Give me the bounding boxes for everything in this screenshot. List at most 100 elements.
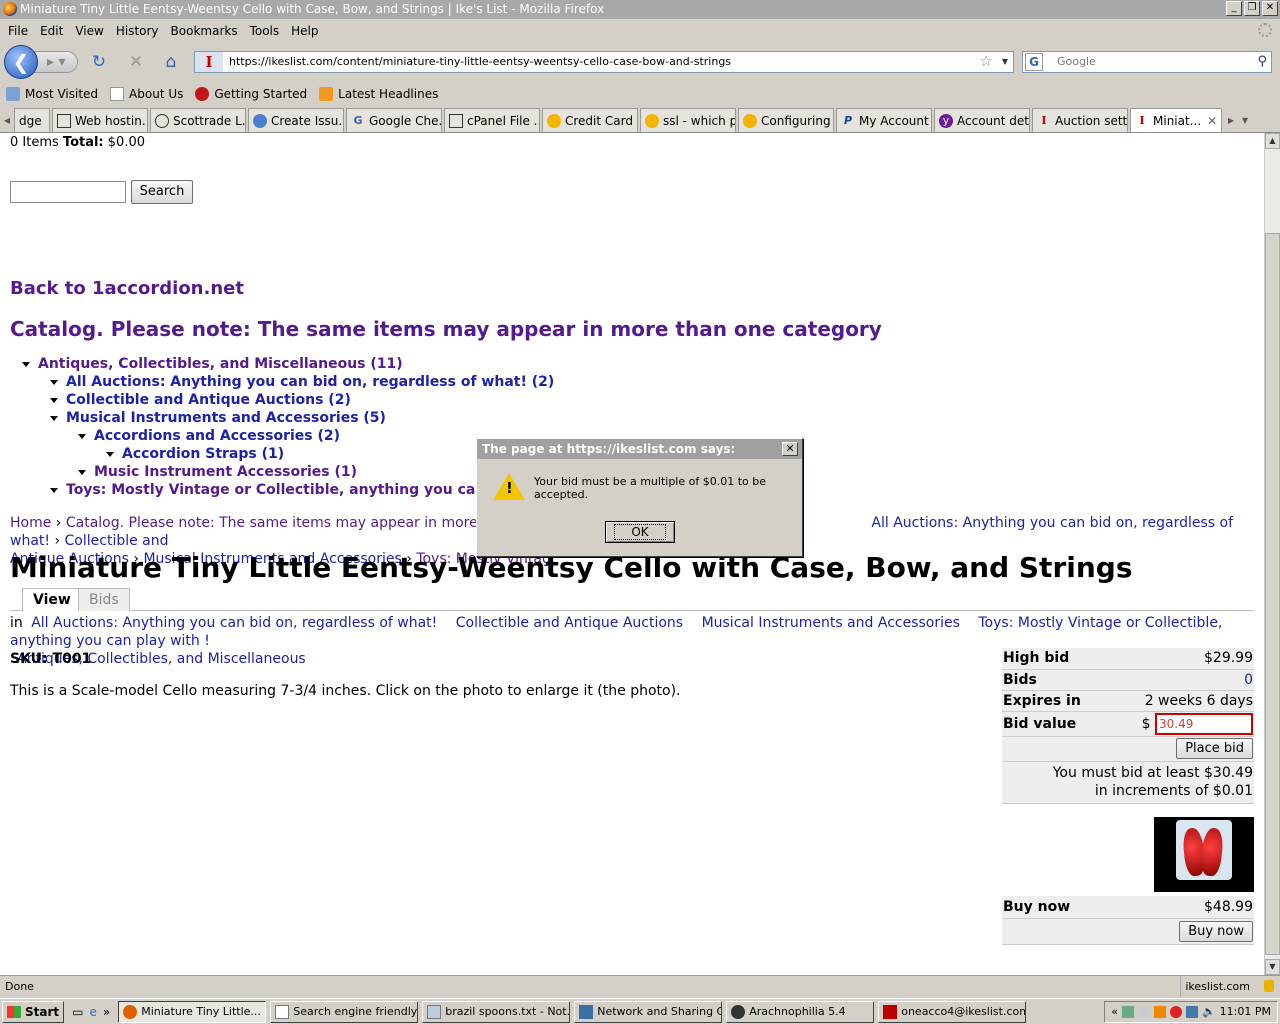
tab-4[interactable]: Create Issu...	[248, 108, 344, 132]
show-desktop-icon[interactable]: ▭	[72, 1005, 83, 1019]
tray-app-icon[interactable]	[1121, 1005, 1134, 1018]
close-tab-icon[interactable]: ✕	[1207, 110, 1217, 132]
tree-item[interactable]: Accordion Straps (1)	[106, 445, 284, 463]
minimize-button[interactable]: _	[1226, 1, 1242, 16]
tab-13-active[interactable]: I Miniat... ✕	[1130, 108, 1222, 132]
task-notepad[interactable]: brazil spoons.txt - Not...	[422, 1000, 571, 1023]
url-dropdown-icon[interactable]: ▼	[1002, 52, 1008, 72]
menu-history[interactable]: History	[110, 24, 165, 38]
task-firefox[interactable]: Miniature Tiny Little...	[118, 1000, 267, 1023]
tray-app-icon[interactable]	[1153, 1005, 1166, 1018]
clock[interactable]: 11:01 PM	[1220, 1002, 1271, 1022]
tab-9[interactable]: Configuring ...	[738, 108, 834, 132]
restore-button[interactable]: ❐	[1244, 1, 1260, 16]
tree-item[interactable]: Accordions and Accessories (2)	[78, 427, 340, 445]
scroll-up-icon[interactable]: ▲	[1265, 133, 1280, 149]
tray-app-icon[interactable]	[1169, 1005, 1182, 1018]
buy-now-price: $48.99	[1147, 896, 1254, 919]
tray-app-icon[interactable]	[1137, 1005, 1150, 1018]
tab-10[interactable]: PMy Account ...	[836, 108, 932, 132]
task-network[interactable]: Network and Sharing C...	[574, 1000, 723, 1023]
tab-scroll-left-icon[interactable]: ◂	[0, 108, 14, 132]
tray-expand-icon[interactable]: «	[1111, 1002, 1118, 1022]
menu-bookmarks[interactable]: Bookmarks	[165, 24, 244, 38]
bookmark-about-us[interactable]: About Us	[110, 87, 183, 101]
product-photo[interactable]	[1154, 817, 1254, 892]
menu-help[interactable]: Help	[285, 24, 324, 38]
url-bar[interactable]: I https://ikeslist.com/content/miniature…	[194, 51, 1014, 73]
tab-7[interactable]: Credit Card ...	[542, 108, 638, 132]
scroll-down-icon[interactable]: ▼	[1265, 959, 1280, 975]
task-arachnophilia[interactable]: Arachnophilia 5.4	[726, 1000, 875, 1023]
quick-launch-more-icon[interactable]: »	[103, 1005, 110, 1019]
term-link[interactable]: Musical Instruments and Accessories	[702, 615, 960, 631]
start-button[interactable]: Start	[2, 1000, 65, 1023]
menu-edit[interactable]: Edit	[34, 24, 69, 38]
tab-11[interactable]: yAccount det...	[934, 108, 1030, 132]
bid-value-input[interactable]: 30.49	[1155, 712, 1253, 735]
back-to-site-link[interactable]: Back to 1accordion.net	[10, 278, 244, 299]
volume-icon[interactable]: 🔈	[1202, 1002, 1216, 1022]
bookmark-latest-headlines[interactable]: Latest Headlines	[319, 87, 438, 101]
back-button[interactable]: ❮	[4, 45, 38, 79]
magnifier-icon[interactable]: ⚲	[1257, 52, 1267, 72]
spider-icon	[731, 1004, 746, 1019]
tab-3[interactable]: Scottrade L...	[150, 108, 246, 132]
breadcrumb-home[interactable]: Home	[10, 515, 51, 531]
task-filezilla[interactable]: oneacco4@ikeslist.com...	[878, 1000, 1027, 1023]
tab-12[interactable]: IAuction sett...	[1032, 108, 1128, 132]
expand-icon	[78, 433, 86, 439]
scroll-thumb[interactable]	[1265, 233, 1280, 955]
tab-6[interactable]: cPanel File ...	[444, 108, 540, 132]
expand-icon	[78, 469, 86, 475]
tree-item[interactable]: Toys: Mostly Vintage or Collectible, any…	[50, 481, 541, 499]
alert-dialog: The page at https://ikeslist.com says: ✕…	[476, 438, 803, 557]
ie-icon[interactable]: e	[89, 1005, 96, 1019]
dialog-close-button[interactable]: ✕	[782, 442, 798, 456]
stop-icon[interactable]: ✕	[125, 52, 147, 74]
bookmark-most-visited[interactable]: Most Visited	[6, 87, 98, 101]
product-description: This is a Scale-model Cello measuring 7-…	[10, 683, 681, 699]
menu-tools[interactable]: Tools	[244, 24, 286, 38]
bids-count-link[interactable]: 0	[1244, 672, 1253, 688]
tab-8[interactable]: ssl - which p...	[640, 108, 736, 132]
site-identity-icon[interactable]: I	[195, 52, 223, 72]
site-search-input[interactable]	[10, 181, 126, 203]
buy-now-button[interactable]: Buy now	[1179, 920, 1253, 942]
tree-item[interactable]: Musical Instruments and Accessories (5)	[50, 409, 386, 427]
tab-5[interactable]: G Google Che...	[346, 108, 442, 132]
lock-icon[interactable]	[1264, 980, 1274, 992]
tab-scroll-right-icon[interactable]: ▸	[1224, 108, 1238, 132]
term-link[interactable]: Collectible and Antique Auctions	[456, 615, 683, 631]
tab-view[interactable]: View	[22, 588, 82, 611]
search-bar[interactable]: G Google ⚲	[1022, 51, 1272, 73]
network-tray-icon[interactable]	[1185, 1005, 1198, 1018]
tab-bids[interactable]: Bids	[78, 588, 130, 611]
tree-item[interactable]: All Auctions: Anything you can bid on, r…	[50, 373, 554, 391]
place-bid-button[interactable]: Place bid	[1176, 738, 1253, 759]
vertical-scrollbar[interactable]: ▲ ▼	[1264, 133, 1280, 975]
tree-item[interactable]: Collectible and Antique Auctions (2)	[50, 391, 351, 409]
forward-button[interactable]: ▸ ▾	[34, 51, 78, 73]
site-search-button[interactable]: Search	[131, 180, 193, 204]
tab-1[interactable]: dge	[14, 108, 50, 132]
reload-icon[interactable]: ↻	[88, 52, 110, 74]
home-icon[interactable]: ⌂	[160, 52, 182, 74]
menu-view[interactable]: View	[69, 24, 109, 38]
bookmark-getting-started[interactable]: Getting Started	[195, 87, 307, 101]
google-engine-icon[interactable]: G	[1025, 53, 1043, 71]
bookmark-star-icon[interactable]: ☆	[980, 52, 993, 70]
tree-item[interactable]: Music Instrument Accessories (1)	[78, 463, 357, 481]
breadcrumb-collectible[interactable]: Collectible and	[65, 533, 169, 549]
term-link[interactable]: All Auctions: Anything you can bid on, r…	[31, 615, 437, 631]
tab-list-icon[interactable]: ▾	[1238, 108, 1252, 132]
tab-2[interactable]: Web hostin...	[52, 108, 148, 132]
dialog-ok-button[interactable]: OK	[605, 521, 675, 543]
catalog-link[interactable]: Catalog. Please note: The same items may…	[10, 317, 882, 341]
breadcrumb-catalog[interactable]: Catalog. Please note: The same items may…	[66, 515, 545, 531]
menu-file[interactable]: File	[2, 24, 34, 38]
tree-item[interactable]: Antiques, Collectibles, and Miscellaneou…	[22, 355, 403, 373]
close-window-button[interactable]: ✕	[1262, 1, 1278, 16]
task-search-engine[interactable]: Search engine friendly ...	[270, 1000, 419, 1023]
bid-panel: High bid $29.99 Bids 0 Expires in 2 weeks 6…	[1002, 648, 1254, 804]
